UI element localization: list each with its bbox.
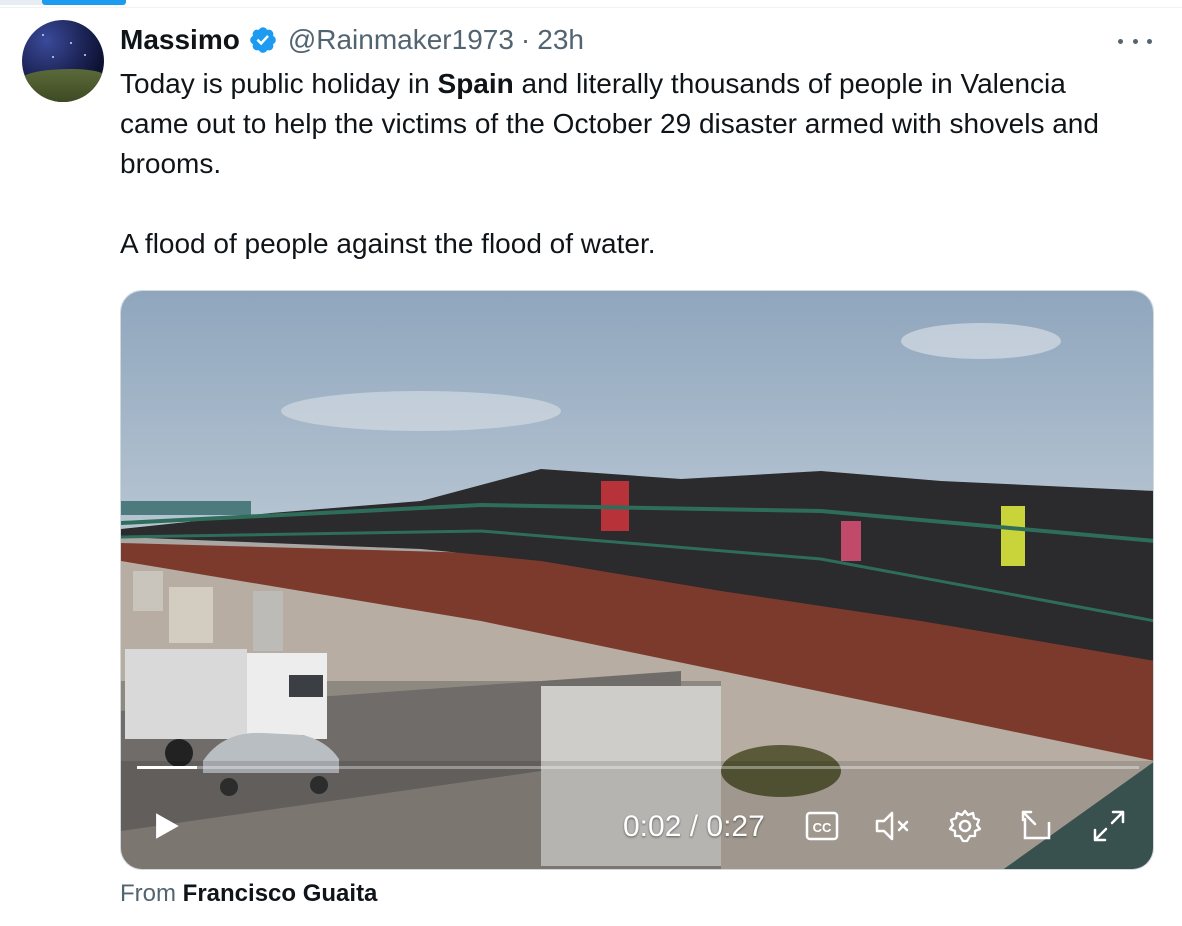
- tab-indicator: [42, 0, 126, 5]
- current-time: 0:02: [623, 810, 682, 843]
- video-time: 0:02 / 0:27: [623, 810, 765, 843]
- play-icon[interactable]: [149, 808, 183, 844]
- pip-icon[interactable]: [1019, 808, 1055, 844]
- verified-badge-icon: [250, 27, 276, 53]
- video-progress-track[interactable]: [137, 766, 1139, 769]
- author-handle[interactable]: @Rainmaker1973: [288, 24, 514, 56]
- tweet-text: Today is public holiday in Spain and lit…: [120, 64, 1120, 264]
- source-name[interactable]: Francisco Guaita: [183, 880, 378, 907]
- author-name[interactable]: Massimo: [120, 24, 240, 56]
- video-progress-fill: [137, 766, 197, 769]
- tweet-paragraph-2: A flood of people against the flood of w…: [120, 228, 656, 259]
- top-border: [0, 0, 1182, 8]
- media-source: From Francisco Guaita: [120, 880, 378, 907]
- tweet-paragraph-1: Today is public holiday in Spain and lit…: [120, 68, 1099, 179]
- separator-dot: ·: [520, 24, 531, 55]
- avatar[interactable]: [22, 20, 104, 102]
- mute-icon[interactable]: [873, 808, 913, 844]
- more-icon[interactable]: [1118, 30, 1152, 52]
- video-frame: [121, 291, 1153, 869]
- fullscreen-icon[interactable]: [1091, 808, 1127, 844]
- timestamp[interactable]: 23h: [537, 24, 584, 56]
- video-controls: 0:02 / 0:27 CC: [121, 796, 1153, 856]
- video-player[interactable]: 0:02 / 0:27 CC: [120, 290, 1154, 870]
- cc-icon[interactable]: CC: [805, 811, 839, 841]
- tweet-header: Massimo @Rainmaker1973 · 23h: [120, 22, 584, 58]
- svg-text:CC: CC: [813, 820, 832, 835]
- gear-icon[interactable]: [947, 808, 983, 844]
- duration: 0:27: [706, 810, 765, 843]
- bold-word: Spain: [437, 68, 514, 99]
